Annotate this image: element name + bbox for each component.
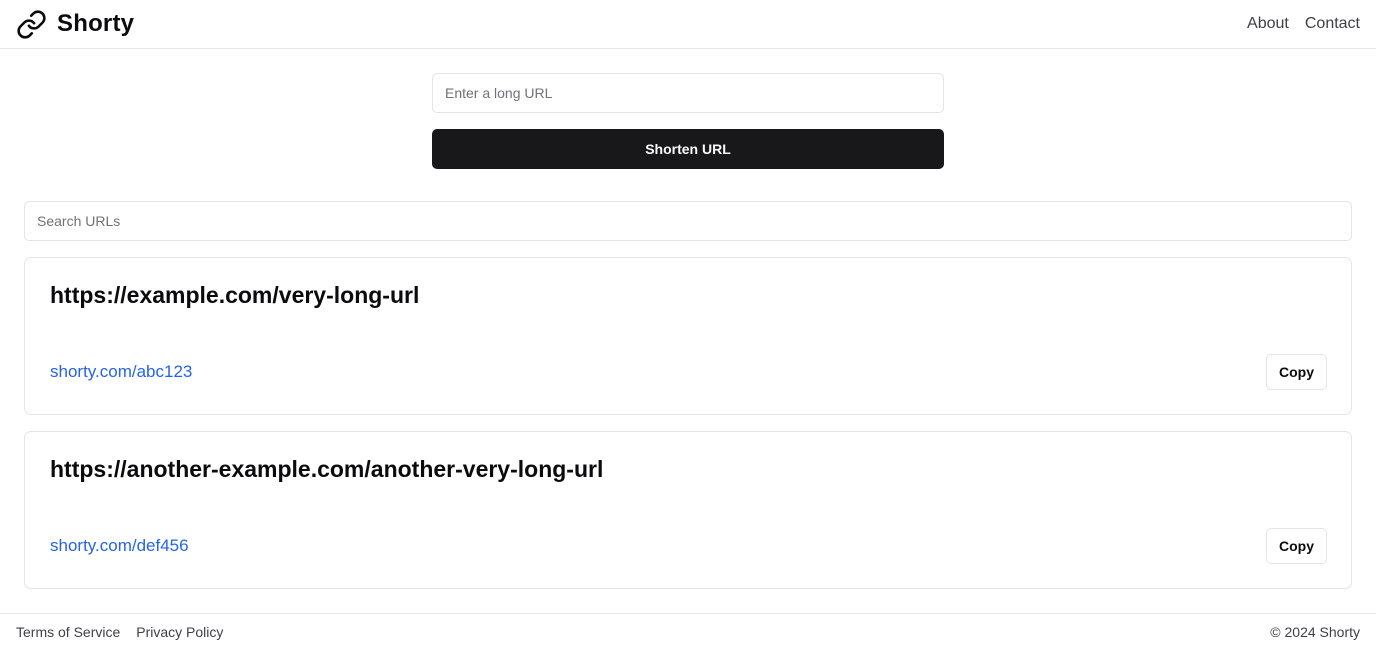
shorten-url-button[interactable]: Shorten URL — [432, 129, 944, 169]
search-urls-input[interactable] — [24, 201, 1352, 241]
brand-name: Shorty — [57, 10, 135, 37]
privacy-policy-link[interactable]: Privacy Policy — [136, 624, 223, 640]
site-footer: Terms of Service Privacy Policy © 2024 S… — [0, 613, 1376, 650]
copy-button[interactable]: Copy — [1266, 528, 1327, 564]
long-url-title: https://example.com/very-long-url — [50, 282, 420, 308]
top-nav: About Contact — [1247, 15, 1360, 33]
brand[interactable]: Shorty — [16, 9, 134, 40]
url-card: https://example.com/very-long-url shorty… — [24, 257, 1352, 415]
site-header: Shorty About Contact — [0, 0, 1376, 49]
long-url-input[interactable] — [432, 73, 944, 113]
footer-links: Terms of Service Privacy Policy — [16, 624, 223, 640]
long-url-title: https://another-example.com/another-very… — [50, 456, 604, 482]
nav-contact-link[interactable]: Contact — [1305, 15, 1360, 33]
terms-of-service-link[interactable]: Terms of Service — [16, 624, 120, 640]
copyright-text: © 2024 Shorty — [1270, 624, 1360, 640]
link-icon — [17, 9, 46, 39]
copy-button[interactable]: Copy — [1266, 354, 1327, 390]
short-url-link[interactable]: shorty.com/abc123 — [50, 362, 192, 382]
url-card: https://another-example.com/another-very… — [24, 431, 1352, 589]
short-url-link[interactable]: shorty.com/def456 — [50, 536, 189, 556]
nav-about-link[interactable]: About — [1247, 15, 1289, 33]
